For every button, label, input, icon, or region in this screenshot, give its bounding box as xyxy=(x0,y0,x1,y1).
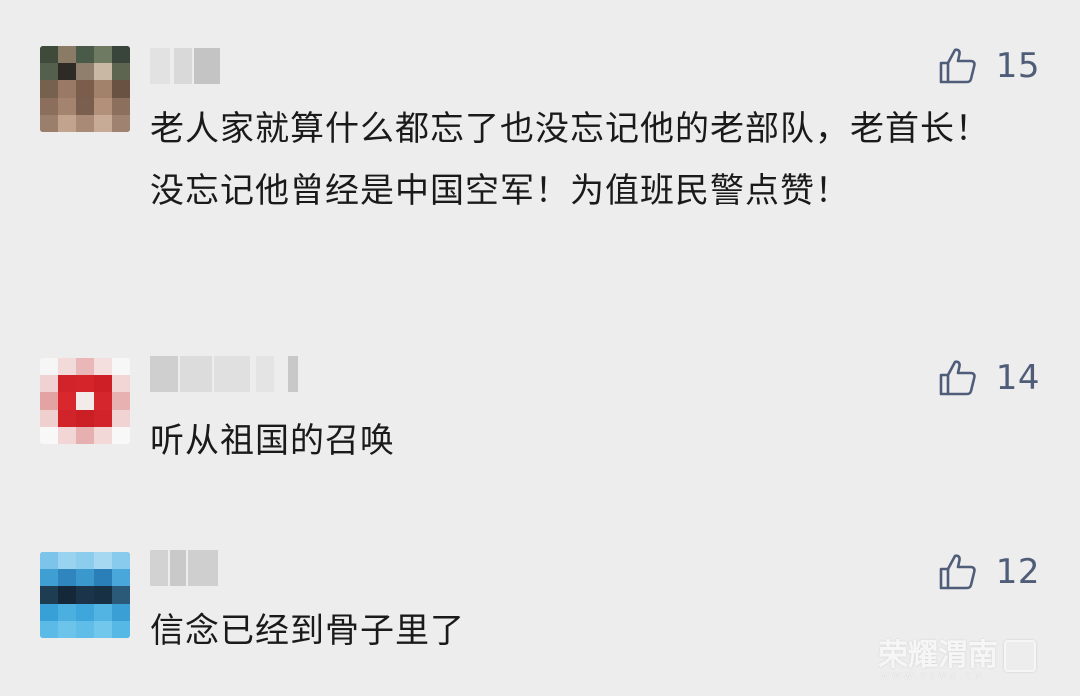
nickname-blurred xyxy=(150,356,298,392)
comment-text: 老人家就算什么都忘了也没忘记他的老部队，老首长！没忘记他曾经是中国空军！为值班民… xyxy=(150,109,990,211)
like-button[interactable]: 14 xyxy=(938,356,1040,400)
watermark: 荣耀渭南 WWW.YSWN.CN xyxy=(878,638,1036,682)
like-count: 12 xyxy=(995,552,1040,592)
thumbs-up-icon xyxy=(939,48,976,84)
nickname-blurred xyxy=(150,550,290,586)
watermark-logo-icon xyxy=(1004,640,1036,672)
comment-text: 听从祖国的召唤 xyxy=(150,421,395,461)
like-count: 14 xyxy=(995,358,1040,398)
nickname-blurred xyxy=(150,48,290,84)
avatar[interactable] xyxy=(40,46,130,132)
avatar[interactable] xyxy=(40,358,130,444)
avatar[interactable] xyxy=(40,552,130,638)
thumbs-up-icon xyxy=(939,554,976,590)
thumbs-up-icon xyxy=(939,360,976,396)
like-button[interactable]: 15 xyxy=(938,44,1040,88)
like-count: 15 xyxy=(995,46,1040,86)
like-button[interactable]: 12 xyxy=(938,550,1040,594)
watermark-subtitle: WWW.YSWN.CN xyxy=(880,672,985,682)
watermark-title: 荣耀渭南 xyxy=(878,638,998,673)
